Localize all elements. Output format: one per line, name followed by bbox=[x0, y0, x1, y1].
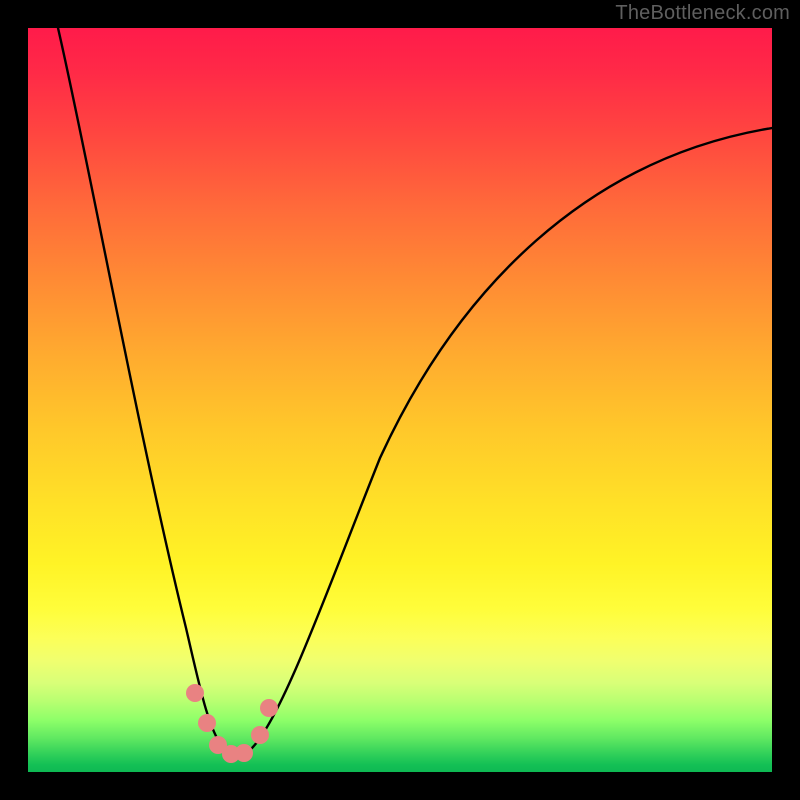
dip-markers bbox=[186, 684, 278, 763]
curve-layer bbox=[28, 28, 772, 772]
chart-frame: TheBottleneck.com bbox=[0, 0, 800, 800]
bottleneck-curve bbox=[58, 28, 772, 755]
plot-area bbox=[28, 28, 772, 772]
watermark-text: TheBottleneck.com bbox=[615, 2, 790, 25]
